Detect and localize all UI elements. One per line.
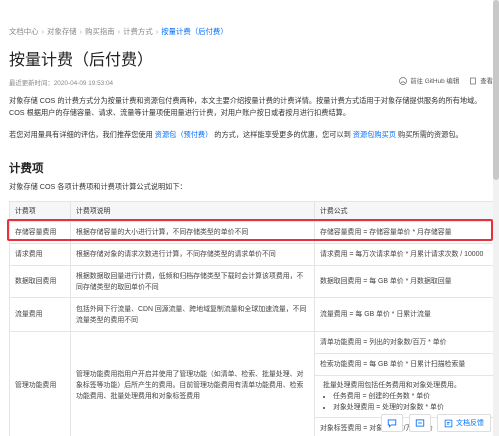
page-actions: 前往 GitHub 编辑 查看 — [399, 76, 493, 85]
table-header-row: 计费项 计费项说明 计费公式 — [9, 201, 498, 222]
cell-formula: 清单功能费用 = 列出的对象数/百万 * 单价 — [314, 331, 498, 354]
breadcrumb-item[interactable]: 文档中心 — [9, 27, 39, 36]
prepaid-package-link[interactable]: 资源包（预付费） — [155, 130, 213, 139]
chat-icon — [387, 419, 397, 428]
breadcrumb-separator: › — [155, 27, 159, 36]
cell-formula: 请求费用 = 每万次请求单价 * 月累计请求次数 / 10000 — [314, 243, 498, 266]
column-header: 计费项 — [9, 201, 71, 222]
cell-formula: 存储容量费用 = 存储容量单价 * 月存储容量 — [314, 221, 498, 244]
column-header: 计费公式 — [314, 201, 498, 222]
view-link[interactable]: 查看 — [469, 76, 493, 85]
table-row: 请求费用 根据存储对象的请求次数进行计算，不同存储类型的请求单价不同 请求费用 … — [9, 243, 498, 266]
feedback-label: 文档反馈 — [456, 420, 484, 427]
breadcrumb-separator: › — [79, 27, 83, 36]
cell-desc: 管理功能费用指用户开启并使用了管理功能（如清单、检索、批量处理、对象标签等功能）… — [70, 331, 315, 436]
cell-desc: 包括外网下行流量、CDN 回源流量、跨地域复制流量和全球加速流量，不同流量类型的… — [70, 297, 315, 332]
batch-intro: 批量处理费用包括任务费用和对象处理费用。 — [323, 382, 461, 389]
intro-text: 购买所需的资源包。 — [398, 130, 463, 139]
share-icon — [415, 419, 425, 427]
intro-recommendation: 若您对用量具有详细的评估，我们推荐您使用 资源包（预付费） 的方式，这样能享受更… — [9, 129, 493, 141]
table-row: 管理功能费用 管理功能费用指用户开启并使用了管理功能（如清单、检索、批量处理、对… — [9, 331, 498, 436]
cell-formula: 检索功能费用 = 每 GB 单价 * 日累计扫描检索量 — [314, 353, 498, 376]
cell-desc: 根据数据取回量进行计费，低频和归档存储类型下载时会计算该项费用，不同存储类型的取… — [70, 265, 315, 298]
github-edit-label: 前往 GitHub 编辑 — [410, 78, 460, 85]
batch-list: 任务费用 = 创建的任务数 * 单价 对象处理费用 = 处理的对象数 * 单价 — [323, 391, 492, 413]
package-purchase-link[interactable]: 资源包购买页 — [353, 130, 396, 139]
breadcrumb-current: 按量计费（后付费） — [161, 27, 228, 36]
floating-toolbar: 文档反馈 — [381, 414, 491, 432]
list-item: 对象处理费用 = 处理的对象数 * 单价 — [333, 402, 492, 413]
cell-item: 请求费用 — [9, 243, 71, 266]
cell-formula: 批量处理费用包括任务费用和对象处理费用。 任务费用 = 创建的任务数 * 单价 … — [314, 375, 498, 418]
intro-text: 若您对用量具有详细的评估，我们推荐您使用 — [9, 130, 153, 139]
intro-paragraph: 对象存储 COS 的计费方式分为按量计费和资源包付费两种，本文主要介绍按量计费的… — [9, 96, 482, 117]
last-updated: 最近更新时间：2020-04-09 19:53:04 — [9, 80, 114, 87]
github-icon — [399, 76, 408, 85]
section-title: 计费项 — [9, 163, 44, 175]
cell-desc: 根据存储容量的大小进行计算，不同存储类型的单价不同 — [70, 221, 315, 244]
breadcrumb-item[interactable]: 对象存储 — [47, 27, 77, 36]
billing-table: 计费项 计费项说明 计费公式 存储容量费用 根据存储容量的大小进行计算，不同存储… — [9, 201, 498, 436]
breadcrumb: 文档中心 › 对象存储 › 购买指南 › 计费方式 › 按量计费（后付费） — [9, 26, 228, 37]
github-edit-link[interactable]: 前往 GitHub 编辑 — [399, 76, 459, 85]
table-row: 存储容量费用 根据存储容量的大小进行计算，不同存储类型的单价不同 存储容量费用 … — [9, 221, 498, 244]
table-row: 数据取回费用 根据数据取回量进行计费，低频和归档存储类型下载时会计算该项费用，不… — [9, 265, 498, 298]
scrollbar[interactable] — [493, 0, 499, 436]
scrollbar-thumb[interactable] — [493, 0, 499, 180]
cell-item: 存储容量费用 — [9, 221, 71, 244]
list-item: 任务费用 = 创建的任务数 * 单价 — [333, 391, 492, 402]
feedback-icon — [444, 419, 453, 427]
page-title: 按量计费（后付费） — [9, 52, 154, 69]
chat-button[interactable] — [381, 414, 403, 432]
view-label: 查看 — [480, 78, 493, 85]
section-description: 对象存储 COS 各项计费项和计费项计算公式说明如下： — [9, 182, 187, 191]
column-header: 计费项说明 — [70, 201, 315, 222]
table-row: 流量费用 包括外网下行流量、CDN 回源流量、跨地域复制流量和全球加速流量，不同… — [9, 297, 498, 332]
feedback-button[interactable]: 文档反馈 — [437, 414, 491, 432]
document-icon — [470, 77, 477, 84]
breadcrumb-item[interactable]: 购买指南 — [85, 27, 115, 36]
share-button[interactable] — [409, 414, 431, 432]
cell-desc: 根据存储对象的请求次数进行计算，不同存储类型的请求单价不同 — [70, 243, 315, 266]
cell-item: 流量费用 — [9, 297, 71, 332]
cell-formula: 流量费用 = 每 GB 单价 * 日累计流量 — [314, 297, 498, 332]
cell-item: 数据取回费用 — [9, 265, 71, 298]
cell-item: 管理功能费用 — [9, 331, 71, 436]
intro-text: 的方式，这样能享受更多的优惠，您可以到 — [214, 130, 351, 139]
breadcrumb-item[interactable]: 计费方式 — [123, 27, 153, 36]
breadcrumb-separator: › — [41, 27, 45, 36]
cell-formula: 数据取回费用 = 每 GB 单价 * 月数据取回量 — [314, 265, 498, 298]
breadcrumb-separator: › — [117, 27, 121, 36]
